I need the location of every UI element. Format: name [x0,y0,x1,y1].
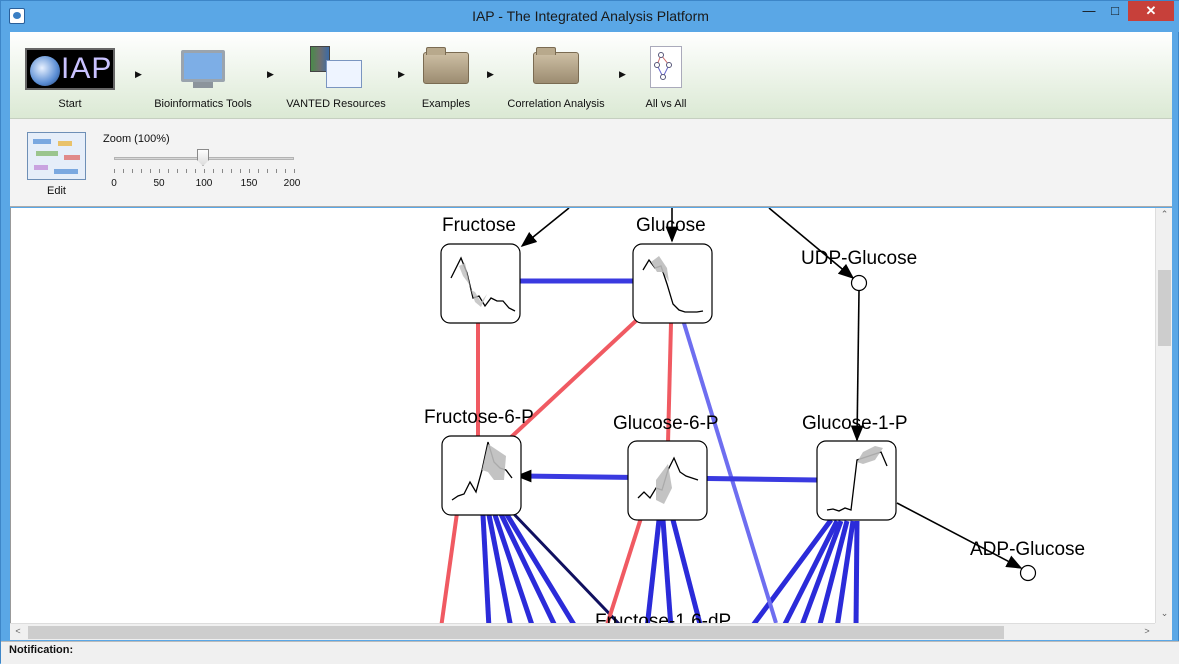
slider-tick [267,169,268,173]
slider-tick [276,169,277,173]
node-fructose-6-p[interactable] [441,435,522,516]
arrow-right-icon: ▶ [487,69,494,79]
slider-tick [150,169,151,173]
graph-canvas[interactable]: Fructose Glucose UDP-Glucose Fructose-6-… [10,208,1155,623]
maximize-button[interactable]: □ [1102,1,1128,21]
toolbar-item-label: Examples [421,98,471,110]
arrow-right-icon: ▶ [619,69,626,79]
arrow-right-icon: ▶ [135,69,142,79]
notification-label: Notification: [9,644,74,656]
zoom-slider-handle[interactable] [197,149,209,166]
node-label: UDP-Glucose [801,248,918,269]
main-toolbar: IAP Start ▶ Bioinformatics Tools ▶ VANTE… [10,32,1172,119]
edit-thumbnail-button[interactable] [27,132,86,180]
horizontal-scroll-thumb[interactable] [28,626,1004,639]
node-udp-glucose[interactable] [850,274,868,292]
window-title: IAP - The Integrated Analysis Platform [472,8,709,24]
node-label: ADP-Glucose [970,539,1086,560]
title-bar[interactable]: IAP - The Integrated Analysis Platform —… [1,1,1179,32]
toolbar-item-vanted-resources[interactable]: VANTED Resources [280,32,392,119]
slider-tick [204,169,205,173]
slider-tick [168,169,169,173]
toolbar-item-label: VANTED Resources [286,98,386,110]
toolbar-item-bioinformatics-tools[interactable]: Bioinformatics Tools [148,32,258,119]
node-label: Glucose [636,215,706,236]
close-button[interactable]: ✕ [1128,1,1174,21]
toolbar-item-start[interactable]: IAP Start [10,32,130,119]
slider-tick [159,169,160,173]
arrow-right-icon: ▶ [267,69,274,79]
toolbar-item-label: All vs All [645,98,687,110]
vertical-scroll-thumb[interactable] [1158,270,1171,346]
vertical-scrollbar[interactable]: ⌃ ⌄ [1155,208,1172,623]
node-glucose[interactable] [632,243,713,324]
slider-tick [132,169,133,173]
node-label: Fructose-1,6-dP [595,611,732,623]
minimize-button[interactable]: — [1076,1,1102,21]
options-bar: Edit Zoom (100%) 0 50 100 150 200 [10,119,1172,207]
slider-tick [294,169,295,173]
network-doc-icon [650,46,682,88]
toolbar-item-label: Start [58,98,82,110]
arrow-right-icon: ▶ [398,69,405,79]
slider-tick [186,169,187,173]
toolbar-item-correlation-analysis[interactable]: Correlation Analysis [500,32,612,119]
node-label: Glucose-1-P [802,413,908,434]
app-window: IAP - The Integrated Analysis Platform —… [0,0,1179,664]
iap-logo-icon: IAP [25,48,115,90]
status-bar: Notification: [1,641,1179,664]
slider-tick [213,169,214,173]
slider-tick [114,169,115,173]
scroll-right-icon[interactable]: > [1140,626,1154,636]
scroll-left-icon[interactable]: < [11,626,25,636]
slider-tick [177,169,178,173]
reaction-arrow [520,208,570,248]
toolbar-item-label: Bioinformatics Tools [154,98,252,110]
node-label: Fructose [442,215,516,236]
node-glucose-6-p[interactable] [627,440,708,521]
edit-label: Edit [47,185,66,197]
slider-tick [258,169,259,173]
node-adp-glucose[interactable] [1019,564,1037,582]
scroll-down-icon[interactable]: ⌄ [1156,608,1173,619]
toolbar-item-examples[interactable]: Examples [410,32,482,119]
slider-tick [285,169,286,173]
node-glucose-1-p[interactable] [816,440,897,521]
toolbar-item-all-vs-all[interactable]: All vs All [630,32,702,119]
slider-tick [249,169,250,173]
toolbar-item-label: Correlation Analysis [507,98,605,110]
horizontal-scrollbar[interactable]: < > [10,623,1155,640]
monitor-icon [181,50,225,82]
zoom-tick-label: 200 [283,178,301,189]
scroll-corner [1155,623,1172,640]
slider-tick [231,169,232,173]
zoom-tick-label: 150 [240,178,258,189]
slider-tick [195,169,196,173]
slider-tick [123,169,124,173]
slider-tick [141,169,142,173]
zoom-tick-label: 0 [111,178,117,189]
zoom-label: Zoom (100%) [103,133,170,145]
screen-icon [326,60,362,88]
slider-tick [240,169,241,173]
scroll-up-icon[interactable]: ⌃ [1156,209,1173,220]
zoom-tick-label: 100 [195,178,213,189]
edge-bundle [439,509,860,623]
node-label: Glucose-6-P [613,413,719,434]
node-label: Fructose-6-P [424,407,534,428]
node-fructose[interactable] [440,243,521,324]
folder-icon [423,47,469,84]
monitor-stand [193,82,213,88]
folder-icon [533,47,579,84]
slider-tick [222,169,223,173]
zoom-tick-label: 50 [153,178,165,189]
